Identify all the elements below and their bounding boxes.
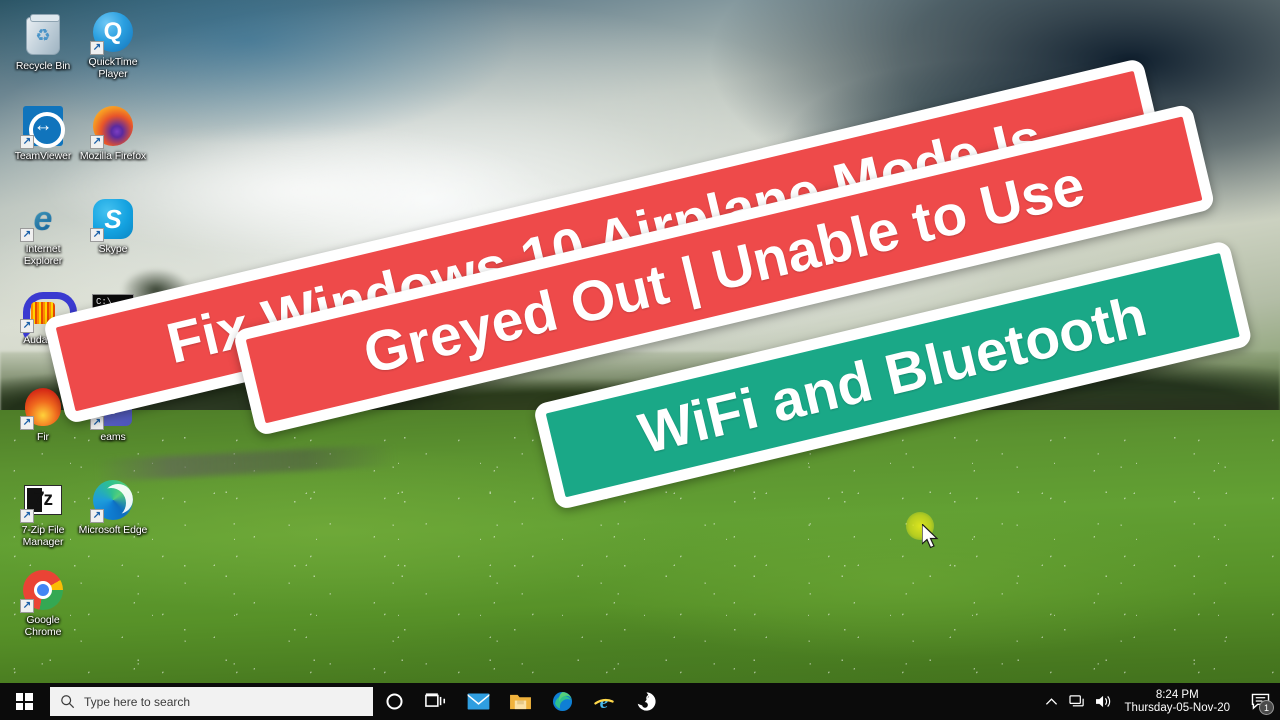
taskbar-button-cortana[interactable] [373, 683, 415, 720]
search-placeholder-text: Type here to search [84, 694, 191, 709]
notification-center-button[interactable]: 1 [1240, 683, 1280, 720]
shortcut-arrow-icon [20, 416, 34, 430]
taskbar-button-internet-explorer[interactable]: e [583, 683, 625, 720]
shortcut-arrow-icon [90, 135, 104, 149]
shortcut-arrow-icon [20, 509, 34, 523]
svg-text:e: e [600, 692, 609, 712]
desktop-icon-google-chrome-glyph [20, 568, 65, 613]
clock-time: 8:24 PM [1155, 688, 1199, 701]
shortcut-arrow-icon [20, 319, 34, 333]
volume-icon [1095, 695, 1110, 708]
steam-icon [637, 692, 656, 711]
shortcut-arrow-icon [20, 599, 34, 613]
mouse-cursor [906, 512, 958, 560]
taskbar-button-task-view[interactable] [415, 683, 457, 720]
desktop-icon-teamviewer[interactable]: TeamViewer [8, 104, 78, 163]
recycle-icon [26, 14, 60, 55]
shortcut-arrow-icon [90, 41, 104, 55]
chevron-up-icon [1045, 697, 1058, 705]
search-input[interactable]: Type here to search [50, 687, 373, 716]
edge-icon [552, 691, 572, 712]
network-status-button[interactable] [1065, 683, 1091, 720]
desktop-icon-mozilla-firefox[interactable]: Mozilla Firefox [78, 104, 148, 163]
volume-button[interactable] [1091, 683, 1117, 720]
windows-logo-icon [15, 693, 33, 710]
desktop-icon-mozilla-firefox-label: Mozilla Firefox [79, 150, 147, 162]
desktop-icon-firefox-alt-glyph [20, 385, 65, 430]
task-view-icon [425, 693, 446, 707]
folder-icon [509, 694, 531, 710]
desktop-icon-internet-explorer[interactable]: Internet Explorer [8, 197, 78, 267]
desktop-icon-google-chrome-label: Google Chrome [24, 614, 62, 638]
desktop-icon-microsoft-edge-glyph [90, 478, 135, 523]
desktop-icon-recycle-bin-glyph [21, 14, 65, 58]
internet-explorer-icon: e [594, 692, 614, 712]
desktop-icon-microsoft-edge-label: Microsoft Edge [78, 524, 148, 536]
taskbar-button-mail[interactable] [457, 683, 499, 720]
desktop-icon-7zip-file-manager-glyph [20, 478, 65, 523]
start-button[interactable] [0, 683, 48, 720]
clock[interactable]: 8:24 PM Thursday-05-Nov-20 [1117, 683, 1240, 720]
desktop-icon-microsoft-edge[interactable]: Microsoft Edge [78, 478, 148, 537]
desktop-icon-skype-glyph [90, 197, 135, 242]
clock-date: Thursday-05-Nov-20 [1124, 701, 1230, 714]
desktop-icon-recycle-bin-label: Recycle Bin [15, 60, 71, 72]
shortcut-arrow-icon [20, 228, 34, 242]
shortcut-arrow-icon [90, 228, 104, 242]
cursor-arrow-icon [922, 524, 939, 549]
desktop-icon-skype[interactable]: Skype [78, 197, 148, 256]
desktop-icon-7zip-file-manager-label: 7-Zip File Manager [21, 524, 65, 548]
desktop-icon-internet-explorer-glyph [20, 197, 65, 242]
taskbar-button-file-explorer[interactable] [499, 683, 541, 720]
desktop-icon-firefox-alt-label: Fir [37, 431, 49, 443]
search-icon [61, 695, 75, 709]
desktop-icon-7zip-file-manager[interactable]: 7-Zip File Manager [8, 478, 78, 548]
desktop-icon-google-chrome[interactable]: Google Chrome [8, 568, 78, 638]
desktop-icon-quicktime-player[interactable]: QuickTime Player [78, 10, 148, 80]
system-tray: 8:24 PM Thursday-05-Nov-20 1 [1039, 683, 1280, 720]
desktop-icon-mozilla-firefox-glyph [90, 104, 135, 149]
shortcut-arrow-icon [90, 509, 104, 523]
show-hidden-icons-button[interactable] [1039, 683, 1065, 720]
desktop-icon-quicktime-player-label: QuickTime Player [88, 56, 138, 80]
mail-icon [467, 693, 489, 710]
desktop-icon-internet-explorer-label: Internet Explorer [23, 243, 63, 267]
desktop-icon-quicktime-player-glyph [90, 10, 135, 55]
desktop-icon-teamviewer-glyph [20, 104, 65, 149]
desktop-icon-recycle-bin[interactable]: Recycle Bin [8, 14, 78, 73]
desktop-icon-microsoft-teams-label: eams [100, 431, 126, 443]
desktop-icon-skype-label: Skype [98, 243, 128, 255]
desktop-icon-teamviewer-label: TeamViewer [14, 150, 72, 162]
taskbar: Type here to search e 8:24 PM Thursday-0… [0, 683, 1280, 720]
taskbar-button-microsoft-edge[interactable] [541, 683, 583, 720]
desktop-screen: Recycle Bin QuickTime Player TeamViewer Moz… [0, 0, 1280, 720]
cortana-icon [385, 693, 403, 710]
shortcut-arrow-icon [20, 135, 34, 149]
notification-badge: 1 [1259, 700, 1274, 715]
network-icon [1069, 695, 1084, 707]
taskbar-button-steam[interactable] [625, 683, 667, 720]
